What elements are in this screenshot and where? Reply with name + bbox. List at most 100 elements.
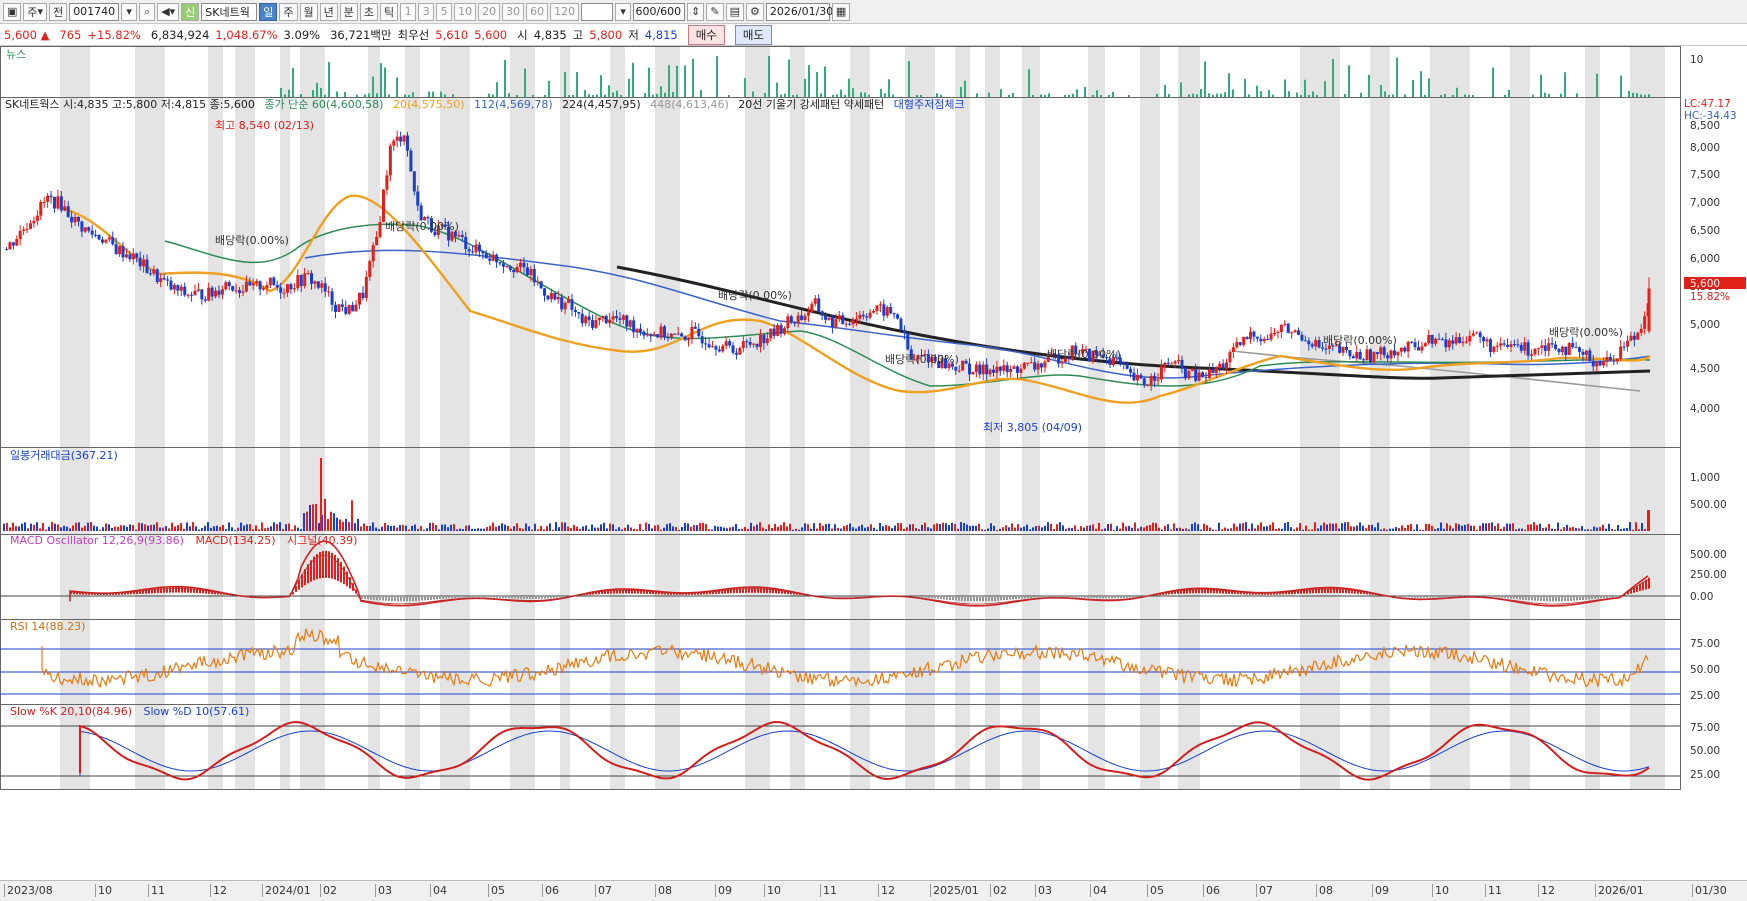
amount-bar [468,525,470,531]
code-dropdown-icon[interactable]: ▾ [121,2,138,21]
amount-bar [1140,526,1142,531]
stock-code-input[interactable]: 001740 [69,2,120,21]
macd-histogram-bar [529,596,531,599]
market-selector[interactable]: 전 [49,2,68,21]
amount-bar [9,527,11,531]
rsi-tick: 50.00 [1690,664,1720,676]
amount-bar [1629,522,1631,531]
sound-icon[interactable]: ◀▾ [157,2,180,21]
minute-30[interactable]: 30 [502,2,525,21]
news-bar [1344,93,1346,97]
amount-bar [318,523,320,531]
period-week[interactable]: 주 [279,2,298,21]
price-candle [837,315,841,320]
price-candle [848,323,852,325]
macd-histogram-bar [1558,596,1560,602]
zoom-icon[interactable]: ⇕ [687,2,705,21]
draw-icon[interactable]: ✎ [706,2,724,21]
minute-1[interactable]: 1 [400,2,417,21]
amount-bar [585,525,587,531]
macd-histogram-bar [1093,596,1095,599]
price-candle [772,328,776,336]
amount-bar [606,528,608,531]
price-candle [1183,367,1187,379]
minute-3[interactable]: 3 [418,2,435,21]
minute-60[interactable]: 60 [526,2,549,21]
amount-bar [624,527,626,531]
stock-chart[interactable]: 뉴스 10 SK네트웍스 시:4,835 고:5,800 저:4,815 종:5… [0,46,1747,880]
amount-bar [372,522,374,531]
amount-bar [522,528,524,531]
price-candle [635,328,639,333]
macd-histogram-bar [1108,596,1110,599]
amount-bar [1053,529,1055,531]
search-icon[interactable]: ⌕ [139,2,156,21]
amount-bar [1530,524,1532,531]
buy-button[interactable]: 매수 [687,24,725,45]
period-day[interactable]: 일 [259,2,278,21]
stock-name-field[interactable]: SK네트웍 [201,2,258,21]
price-candle [193,290,197,296]
calendar-icon[interactable]: ▦ [831,2,851,21]
date-axis-label: 03 [1035,884,1052,897]
price-candle [63,206,67,211]
price-candle [1156,379,1160,381]
date-input[interactable]: 2026/01/30 [765,2,833,21]
macd-histogram-bar [1546,596,1548,602]
period-minute[interactable]: 분 [339,2,358,21]
macd-histogram-bar [1567,596,1569,602]
date-axis-label: 11 [148,884,165,897]
amount-bar [666,524,668,531]
save-icon[interactable]: ▤ [725,2,745,21]
macd-histogram-bar [1084,596,1086,598]
window-icon[interactable]: ▣ [3,2,22,21]
amount-bar [249,524,251,531]
custom-interval-input[interactable] [581,2,614,21]
macd-histogram-bar [1408,596,1410,598]
period-second[interactable]: 초 [359,2,379,21]
amount-bar [1164,525,1166,531]
price-candle [844,323,848,325]
amount-bar [576,526,578,531]
period-month[interactable]: 월 [299,2,318,21]
price-candle [381,189,385,223]
new-badge-icon[interactable]: 신 [181,2,200,21]
amount-bar [300,529,302,531]
bar-count-input[interactable]: 600/600 [633,2,686,21]
minute-120[interactable]: 120 [550,2,580,21]
minute-5[interactable]: 5 [436,2,453,21]
price-candle [532,269,536,283]
news-bar [1012,92,1014,97]
price-candle [1458,337,1462,344]
amount-bar [231,527,233,531]
price-candle [1012,366,1016,369]
shade-band [655,47,680,790]
period-tick[interactable]: 틱 [380,2,399,21]
amount-bar [771,527,773,531]
price-candle [776,325,780,336]
toggle-button[interactable]: 주 ▾ [23,2,48,21]
macd-histogram-bar [973,596,975,602]
amount-bar [750,522,752,531]
amount-bar [1470,525,1472,531]
news-bar [316,82,318,97]
sell-button[interactable]: 매도 [734,24,773,45]
amount-bar [570,528,572,531]
price-candle [1608,356,1612,361]
macd-histogram-bar [328,551,330,579]
macd-histogram-bar [373,596,375,600]
macd-histogram-bar [514,596,516,599]
macd-histogram-bar [385,596,387,601]
macd-histogram-bar [436,596,438,600]
macd-histogram-bar [1003,596,1005,601]
interval-dropdown-icon[interactable]: ▾ [615,2,632,21]
minute-20[interactable]: 20 [478,2,501,21]
news-bar [864,92,866,97]
amount-bar [1215,529,1217,531]
minute-10[interactable]: 10 [454,2,477,21]
macd-histogram-bar [1564,596,1566,602]
price-candle [1245,336,1249,340]
price-candle [1478,332,1482,338]
settings-icon[interactable]: ⚙ [746,2,764,21]
period-year[interactable]: 년 [319,2,338,21]
